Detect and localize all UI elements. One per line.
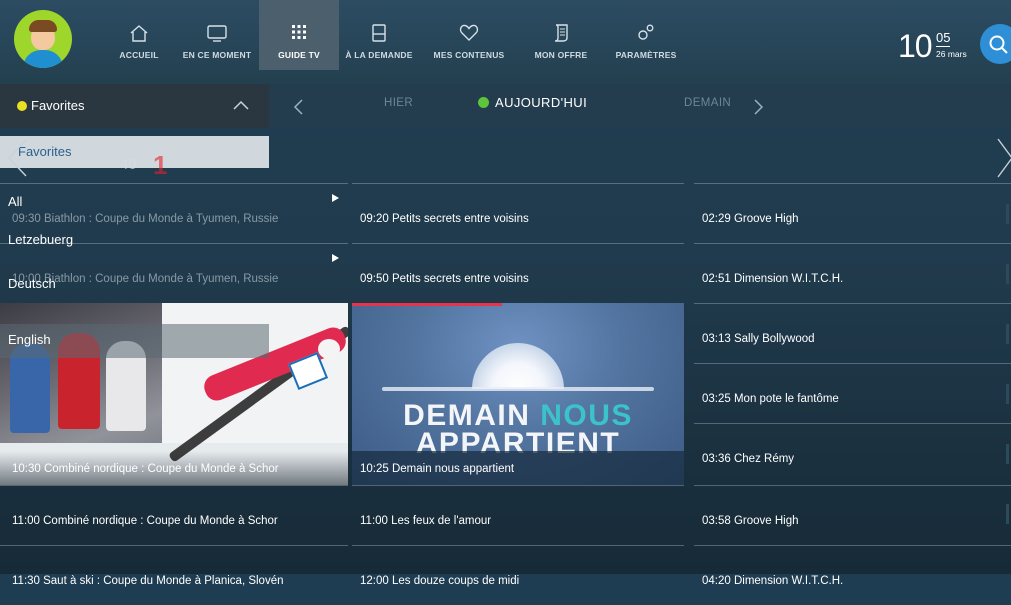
scroll-marker (1006, 204, 1009, 224)
progress-bar (352, 303, 502, 306)
heart-icon (459, 24, 479, 41)
dropdown-item-label: English (8, 332, 51, 347)
nav-item-guide-tv[interactable]: GUIDE TV (259, 0, 339, 70)
avatar-body (23, 50, 63, 68)
channel-logo: 1 (153, 150, 168, 180)
program-title: 03:13 Sally Bollywood (702, 333, 815, 345)
program-title: 11:00 Les feux de l'amour (360, 515, 492, 527)
dropdown-item-label: All (8, 194, 23, 209)
clock-date: 26 mars (936, 49, 967, 59)
prev-day-icon[interactable] (292, 98, 304, 116)
next-day-icon[interactable] (753, 98, 765, 116)
program-slot[interactable]: 02:51 Dimension W.I.T.C.H. (694, 243, 1011, 303)
program-title: 04:20 Dimension W.I.T.C.H. (702, 575, 844, 587)
nav-label-guide-tv: GUIDE TV (278, 50, 320, 60)
user-avatar[interactable] (14, 10, 72, 68)
clock-hour: 10 (898, 28, 933, 64)
nav-label-mon-offre: MON OFFRE (534, 50, 588, 60)
program-title: 03:58 Groove High (702, 515, 799, 527)
channel-number: 40 (120, 156, 137, 173)
scroll-marker (1006, 504, 1009, 524)
program-slot[interactable]: 03:58 Groove High (694, 485, 1011, 545)
scroll-marker (1006, 384, 1009, 404)
nav-item-accueil[interactable]: ACCUEIL (103, 0, 175, 70)
selector-label: Favorites (31, 98, 85, 113)
program-slot[interactable]: 11:30 Saut à ski : Coupe du Monde à Plan… (0, 545, 348, 605)
scroll-marker (1006, 324, 1009, 344)
program-title: 10:30 Combiné nordique : Coupe du Monde … (12, 463, 279, 475)
program-slot[interactable]: 11:00 Les feux de l'amour (352, 485, 684, 545)
program-slot[interactable]: 12:00 Les douze coups de midi (352, 545, 684, 605)
avatar-hair (29, 20, 57, 32)
dropdown-item-all[interactable]: All (0, 194, 339, 214)
scroll-marker (1006, 264, 1009, 284)
selector-dot (17, 101, 27, 111)
search-button[interactable] (980, 24, 1011, 64)
horizon-shape (382, 387, 654, 391)
chevron-up-icon (233, 100, 249, 110)
top-bar: ACCUEIL EN CE MOMENT GUIDE TV À LA DEMAN… (0, 0, 1011, 84)
search-icon (989, 35, 1008, 54)
program-title: 09:50 Petits secrets entre voisins (360, 273, 529, 285)
sunrise-shape (472, 343, 564, 389)
main-nav: ACCUEIL EN CE MOMENT GUIDE TV À LA DEMAN… (103, 0, 689, 70)
scroll-right-icon[interactable] (996, 137, 1011, 179)
program-poster-demain-nous-appartient[interactable]: DEMAIN NOUS APPARTIENT 10:25 Demain nous… (352, 303, 684, 485)
nav-label-mes-contenus: MES CONTENUS (433, 50, 505, 60)
play-arrow-icon (332, 194, 339, 202)
day-today[interactable]: AUJOURD'HUI (478, 95, 587, 110)
day-yesterday[interactable]: HIER (384, 97, 413, 109)
program-slot[interactable]: 04:20 Dimension W.I.T.C.H. (694, 545, 1011, 605)
program-title: 11:30 Saut à ski : Coupe du Monde à Plan… (12, 575, 284, 587)
program-slot[interactable]: 03:25 Mon pote le fantôme (694, 363, 1011, 423)
dropdown-item-english[interactable]: English (0, 324, 269, 358)
program-title: 03:25 Mon pote le fantôme (702, 393, 839, 405)
day-today-label: AUJOURD'HUI (495, 95, 588, 110)
nav-item-parametres[interactable]: PARAMÈTRES (603, 0, 689, 70)
program-slot[interactable]: 03:13 Sally Bollywood (694, 303, 1011, 363)
nav-item-mon-offre[interactable]: MON OFFRE (519, 0, 603, 70)
channel-list-selector[interactable]: Favorites (0, 84, 269, 128)
helmet-shape (318, 339, 340, 359)
poster-caption: 10:25 Demain nous appartient (352, 451, 684, 485)
today-dot (478, 97, 489, 108)
dropdown-item-deutsch[interactable]: Deutsch (0, 276, 269, 296)
scroll-left-icon[interactable] (6, 138, 28, 178)
home-icon (130, 25, 148, 42)
scroll-icon (554, 24, 568, 42)
nav-label-accueil: ACCUEIL (119, 50, 159, 60)
day-tomorrow[interactable]: DEMAIN (684, 97, 731, 109)
dropdown-item-label: Deutsch (8, 276, 56, 291)
program-title: 10:25 Demain nous appartient (360, 463, 515, 475)
channel-column-3: 02:29 Groove High 02:51 Dimension W.I.T.… (694, 183, 1011, 587)
program-title: 11:00 Combiné nordique : Coupe du Monde … (12, 515, 278, 527)
thumbnail-caption: 10:30 Combiné nordique : Coupe du Monde … (0, 451, 348, 485)
nav-item-mes-contenus[interactable]: MES CONTENUS (419, 0, 519, 70)
bookmark-icon (372, 24, 386, 42)
nav-label-a-la-demande: À LA DEMANDE (345, 50, 413, 60)
nav-label-parametres: PARAMÈTRES (615, 50, 677, 60)
program-slot[interactable]: 11:00 Combiné nordique : Coupe du Monde … (0, 485, 348, 545)
nav-item-en-ce-moment[interactable]: EN CE MOMENT (175, 0, 259, 70)
program-title: 02:51 Dimension W.I.T.C.H. (702, 273, 844, 285)
clock-minutes: 05 (936, 30, 951, 47)
nav-item-a-la-demande[interactable]: À LA DEMANDE (339, 0, 419, 70)
scroll-marker (1006, 444, 1009, 464)
nav-label-en-ce-moment: EN CE MOMENT (182, 50, 252, 60)
program-title: 09:20 Petits secrets entre voisins (360, 213, 529, 225)
program-title: 02:29 Groove High (702, 213, 799, 225)
program-title: 12:00 Les douze coups de midi (360, 575, 520, 587)
tv-icon (207, 25, 227, 42)
play-arrow-icon (332, 254, 339, 262)
grid-icon (292, 25, 306, 39)
gears-icon (638, 24, 654, 40)
program-slot[interactable]: 02:29 Groove High (694, 183, 1011, 243)
dropdown-item-label: Letzebuerg (8, 232, 74, 247)
program-slot[interactable]: 09:20 Petits secrets entre voisins (352, 183, 684, 243)
channel-column-2: 09:20 Petits secrets entre voisins 09:50… (352, 183, 684, 587)
program-slot[interactable]: 09:50 Petits secrets entre voisins (352, 243, 684, 303)
program-slot[interactable]: 03:36 Chez Rémy (694, 423, 1011, 483)
dropdown-item-letzebuerg[interactable]: Letzebuerg (0, 232, 339, 262)
program-title: 03:36 Chez Rémy (702, 453, 795, 465)
